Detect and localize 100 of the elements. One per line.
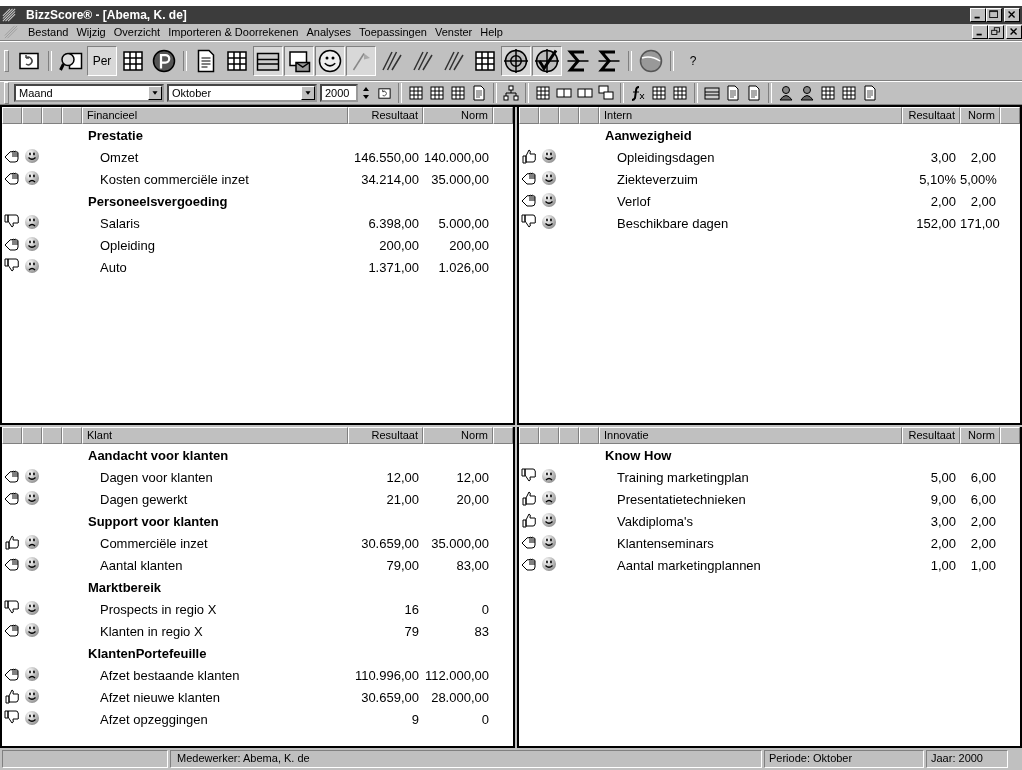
result-cell-text: 79 [403,623,420,639]
window-title: BizzScore® - [Abema, K. de] [26,8,188,22]
menu-item[interactable]: Wijzig [72,26,110,38]
table-icon [225,49,249,73]
column-header[interactable] [493,107,513,124]
target-icon [504,49,528,73]
column-header[interactable]: Resultaat [902,107,960,124]
table-icon[interactable] [450,85,466,101]
menu-item[interactable]: Venster [430,26,477,38]
column-header[interactable] [539,427,559,444]
table-icon[interactable] [672,85,688,101]
result-cell-text: 5,10% [918,171,957,187]
column-header[interactable] [1000,427,1020,444]
year-field[interactable]: 2000 [320,84,358,102]
column-header[interactable] [539,107,559,124]
norm-cell-text: 5,00% [960,171,998,187]
column-header[interactable] [519,427,539,444]
toolbar-button[interactable]: ? [678,46,708,76]
column-header[interactable] [2,107,22,124]
maximize-icon[interactable] [986,8,1002,22]
table-icon[interactable] [535,85,551,101]
close-icon[interactable] [1006,25,1022,39]
column-header[interactable] [42,107,62,124]
toolbar-button[interactable]: Per [87,46,117,76]
table-icon[interactable] [408,85,424,101]
menu-item[interactable]: Overzicht [109,26,165,38]
column-header[interactable]: Resultaat [902,427,960,444]
period-type-dropdown[interactable]: Maand [14,84,164,102]
column-header[interactable] [2,427,22,444]
column-header[interactable]: Norm [960,427,1000,444]
result-cell-text: 16 [403,601,420,617]
document-icon[interactable] [471,85,487,101]
column-header[interactable] [559,427,579,444]
split-view-icon[interactable] [577,85,593,101]
column-header[interactable]: Financieel [82,107,348,124]
result-cell-text: 9,00 [929,491,957,507]
table-icon[interactable] [651,85,667,101]
toolbar-button[interactable] [284,46,314,76]
column-header[interactable] [62,427,82,444]
column-header[interactable]: Innovatie [599,427,902,444]
column-header[interactable] [62,107,82,124]
column-header[interactable]: Intern [599,107,902,124]
group-heading: Know How [604,447,673,463]
document-icon[interactable] [746,85,762,101]
close-icon[interactable] [1004,8,1020,22]
document-icon[interactable] [725,85,741,101]
column-header[interactable]: Norm [423,427,493,444]
result-cell-text: 12,00 [385,469,420,485]
menu-item[interactable]: Toepassingen [355,26,431,38]
month-dropdown[interactable]: Oktober [167,84,317,102]
column-header[interactable] [22,427,42,444]
table-icon[interactable] [429,85,445,101]
group-heading: Personeelsvergoeding [87,193,229,209]
column-header[interactable]: Klant [82,427,348,444]
group-heading: KlantenPortefeuille [87,645,208,661]
toolbar-button[interactable] [253,46,283,76]
minimize-icon[interactable] [970,8,986,22]
result-cell-text: 30.659,00 [360,689,420,705]
column-header[interactable]: Norm [423,107,493,124]
document-icon[interactable] [862,85,878,101]
minimize-icon[interactable] [972,25,988,39]
toolbar-button[interactable] [315,46,345,76]
restore-icon[interactable] [988,25,1004,39]
split-view-icon[interactable] [556,85,572,101]
column-header[interactable] [42,427,62,444]
hierarchy-icon[interactable] [503,85,519,101]
column-header[interactable] [1000,107,1020,124]
column-header[interactable]: Resultaat [348,427,423,444]
norm-cell-text: 83 [473,623,490,639]
column-header[interactable]: Norm [960,107,1000,124]
norm-cell-text: 0 [480,601,490,617]
column-header[interactable] [579,107,599,124]
menu-item[interactable]: Help [476,26,507,38]
column-header[interactable]: Resultaat [348,107,423,124]
table-icon[interactable] [820,85,836,101]
column-header[interactable] [493,427,513,444]
column-header[interactable] [519,107,539,124]
person-icon[interactable] [799,85,815,101]
function-icon[interactable] [630,85,646,101]
table-icon [121,49,145,73]
norm-cell-text: 28.000,00 [430,689,490,705]
column-header[interactable] [579,427,599,444]
column-header[interactable] [559,107,579,124]
chart-lines-icon [411,49,435,73]
cabinet-icon[interactable] [704,85,720,101]
envelope-icon [287,49,311,73]
cascade-icon[interactable] [598,85,614,101]
menu-item[interactable]: Analyses [302,26,356,38]
toolbar-button[interactable] [501,46,531,76]
table-icon[interactable] [841,85,857,101]
column-header[interactable] [22,107,42,124]
toolbar-button[interactable] [532,46,562,76]
menu-item[interactable]: Importeren & Doorrekenen [164,26,303,38]
kpi-label: Opleidingsdagen [616,149,716,165]
norm-cell-text: 6,00 [969,469,997,485]
chart-lines-icon [380,49,404,73]
menu-item[interactable]: Bestand [24,26,73,38]
norm-cell-text: 2,00 [969,193,997,209]
result-cell-text: 79,00 [385,557,420,573]
person-icon[interactable] [778,85,794,101]
